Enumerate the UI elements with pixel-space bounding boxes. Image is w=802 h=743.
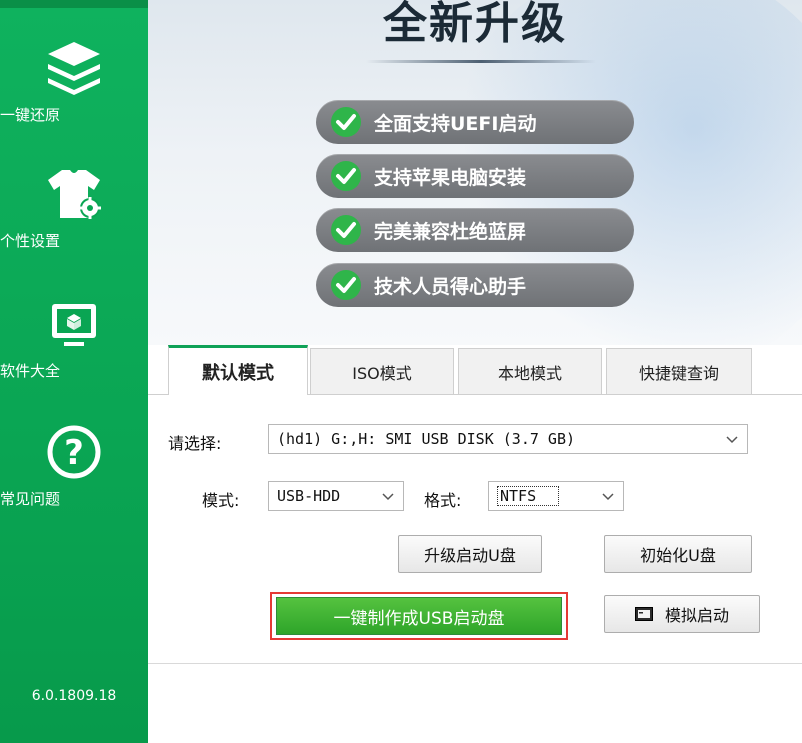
banner: 全新升级 全面支持UEFI启动 支持苹果电脑安装 完美兼容杜绝蓝屏 技术人员得心… [148, 0, 802, 345]
tab-local-mode[interactable]: 本地模式 [458, 348, 602, 394]
sidebar-item-software[interactable]: 软件大全 [0, 300, 148, 380]
check-icon [331, 107, 361, 137]
sidebar-item-faq[interactable]: ? 常见问题 [0, 424, 148, 508]
layers-icon [48, 42, 100, 95]
feature-pill-uefi: 全面支持UEFI启动 [316, 100, 634, 144]
footer-divider [148, 663, 802, 664]
monitor-icon [52, 304, 96, 346]
simulate-boot-label: 模拟启动 [664, 606, 729, 625]
chevron-down-icon [382, 493, 394, 501]
svg-text:?: ? [64, 433, 84, 473]
simulate-boot-button[interactable]: 模拟启动 [604, 595, 760, 633]
chevron-down-icon [726, 436, 738, 444]
sidebar-item-personalize[interactable]: 个性设置 [0, 166, 148, 250]
upgrade-usb-button[interactable]: 升级启动U盘 [398, 535, 542, 573]
initialize-usb-button[interactable]: 初始化U盘 [604, 535, 752, 573]
tab-default-mode[interactable]: 默认模式 [168, 345, 308, 395]
version-text: 6.0.1809.18 [31, 688, 117, 704]
sidebar-item-label: 常见问题 [0, 490, 61, 508]
sidebar-item-restore[interactable]: 一键还原 [0, 38, 148, 124]
tab-iso-mode[interactable]: ISO模式 [310, 348, 454, 394]
mode-label: 模式: [202, 491, 240, 510]
device-select-label: 请选择: [168, 434, 222, 453]
sidebar-item-label: 个性设置 [0, 232, 61, 250]
question-icon: ? [47, 425, 101, 479]
format-label: 格式: [424, 491, 462, 510]
feature-text: 完美兼容杜绝蓝屏 [374, 220, 527, 243]
check-icon [331, 215, 361, 245]
device-select-value: (hd1) G:,H: SMI USB DISK (3.7 GB) [277, 430, 576, 448]
console-icon [634, 607, 653, 621]
tab-hotkey-query[interactable]: 快捷键查询 [606, 348, 752, 394]
sidebar-top-strip [0, 0, 148, 8]
sidebar-item-label: 软件大全 [0, 362, 61, 380]
default-mode-panel: 请选择: (hd1) G:,H: SMI USB DISK (3.7 GB) 模… [148, 395, 802, 665]
banner-title: 全新升级 [383, 0, 567, 49]
sidebar-item-label: 一键还原 [0, 106, 61, 124]
sidebar: 一键还原 个性设置 软件大全 ? 常见问题 6.0.1809.18 [0, 0, 148, 743]
feature-text: 技术人员得心助手 [374, 275, 527, 298]
make-usb-boot-button[interactable]: 一键制作成USB启动盘 [276, 597, 562, 635]
tshirt-gear-icon [48, 170, 101, 219]
check-icon [331, 270, 361, 300]
mode-tabs: 默认模式 ISO模式 本地模式 快捷键查询 [148, 345, 802, 395]
feature-pill-mac: 支持苹果电脑安装 [316, 154, 634, 198]
mode-select[interactable]: USB-HDD [268, 481, 404, 511]
format-select[interactable]: NTFS [488, 481, 624, 511]
device-select[interactable]: (hd1) G:,H: SMI USB DISK (3.7 GB) [268, 424, 748, 454]
mode-select-value: USB-HDD [277, 487, 341, 505]
chevron-down-icon [602, 493, 614, 501]
feature-pill-compat: 完美兼容杜绝蓝屏 [316, 208, 634, 252]
feature-text: 全面支持UEFI启动 [374, 112, 537, 135]
check-icon [331, 161, 361, 191]
feature-pill-tech: 技术人员得心助手 [316, 263, 634, 307]
feature-text: 支持苹果电脑安装 [374, 166, 527, 189]
banner-title-underline [366, 60, 596, 63]
format-select-value: NTFS [497, 486, 560, 506]
